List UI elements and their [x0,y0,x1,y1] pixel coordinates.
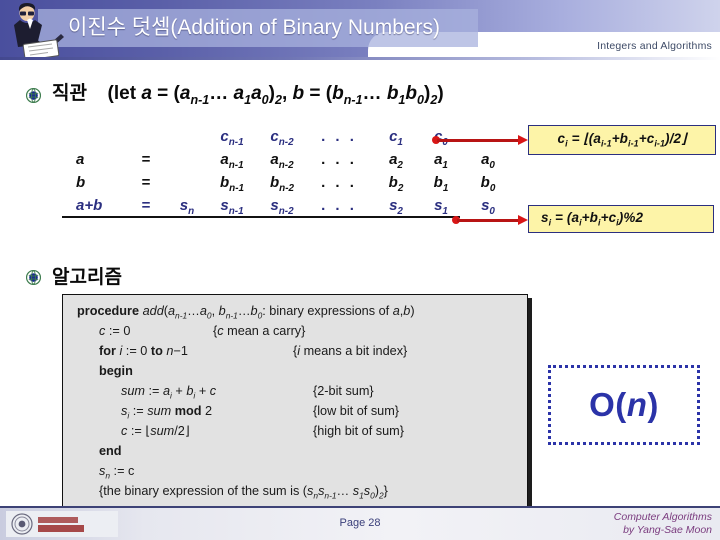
code-line: begin [99,364,133,378]
carry-formula-text: ci = ⌊(ai-1+bi-1+ci-1)/2⌋ [557,131,687,149]
globe-bullet-icon [26,88,41,103]
complexity-box: O(n) [548,365,700,445]
code-line: for i := 0 to n−1 {i means a bit index} [99,344,408,358]
code-line: {the binary expression of the sum is (sn… [99,484,388,501]
presenter-icon [14,3,64,58]
row-label [62,128,125,151]
code-line: sum := ai + bi + c {2-bit sum} [121,384,374,401]
table-cell: b0 [480,174,496,194]
globe-bullet-icon [26,270,41,285]
course-name: Computer Algorithms [613,511,712,523]
arrow-head [518,135,528,145]
algorithm-label: 알고리즘 [52,267,122,288]
row-label: a [76,151,85,168]
carry-formula-box: ci = ⌊(ai-1+bi-1+ci-1)/2⌋ [528,125,716,155]
author-name: by Yang-Sae Moon [623,524,712,536]
complexity-label: O(n) [589,386,659,423]
section-tag: Integers and Algorithms [597,40,712,52]
intuition-line: 직관 (let a = (an-1… a1a0)2, b = (bn-1… b1… [52,78,444,107]
carry-arrow [432,135,530,145]
code-line: end [99,444,122,458]
code-line: c := ⌊sum/2⌋ {high bit of sum} [121,424,404,438]
table-cell: b2 [388,174,404,194]
table-cell: bn-2 [270,174,294,194]
sum-formula-box: si = (ai+bi+ci)%2 [528,205,714,233]
sum-arrow [452,215,530,225]
table-cell: an-2 [270,151,294,171]
table-cell: . . . [321,128,357,145]
code-line: procedure add(an-1…a0, bn-1…b0: binary e… [77,304,415,321]
table-cell: b1 [433,174,449,194]
table-cell: c1 [389,128,403,148]
equals-sign [125,128,167,151]
row-label: b [76,174,86,191]
table-cell: bn-1 [220,174,244,194]
arrow-shaft [437,139,519,142]
intuition-expression: (let a = (an-1… a1a0)2, b = (bn-1… b1b0)… [107,83,444,107]
table-cell: a1 [434,151,448,171]
header-divider [0,57,720,60]
code-line: sn := c [99,464,135,481]
table-cell: cn-1 [220,128,244,148]
code-line: si := sum mod 2 {low bit of sum} [121,404,400,421]
table-cell [167,174,207,197]
table-row: a = an-1 an-2 . . . a2 a1 a0 [62,151,515,174]
arrow-head [518,215,528,225]
table-cell: . . . [321,151,357,168]
slide: 이진수 덧셈(Addition of Binary Numbers) Integ… [0,0,720,540]
intuition-label: 직관 [52,83,87,104]
footer-credit: Computer Algorithms by Yang-Sae Moon [614,511,712,537]
code-line: c := 0 {c mean a carry} [99,324,306,338]
page-number: Page 28 [339,517,381,529]
table-cell: an-1 [220,151,244,171]
table-cell [167,128,207,151]
arrow-shaft [457,219,519,222]
equals-sign: = [141,174,151,191]
page-title: 이진수 덧셈(Addition of Binary Numbers) [68,16,441,39]
table-cell: . . . [321,174,357,191]
sum-divider-line [62,216,460,218]
algorithm-box: procedure add(an-1…a0, bn-1…b0: binary e… [62,294,528,520]
sum-formula-text: si = (ai+bi+ci)%2 [541,210,644,228]
table-row: b = bn-1 bn-2 . . . b2 b1 b0 [62,174,515,197]
table-cell: a0 [481,151,495,171]
table-cell: a2 [389,151,403,171]
table-cell: cn-2 [270,128,294,148]
equals-sign: = [141,151,151,168]
table-cell [167,151,207,174]
